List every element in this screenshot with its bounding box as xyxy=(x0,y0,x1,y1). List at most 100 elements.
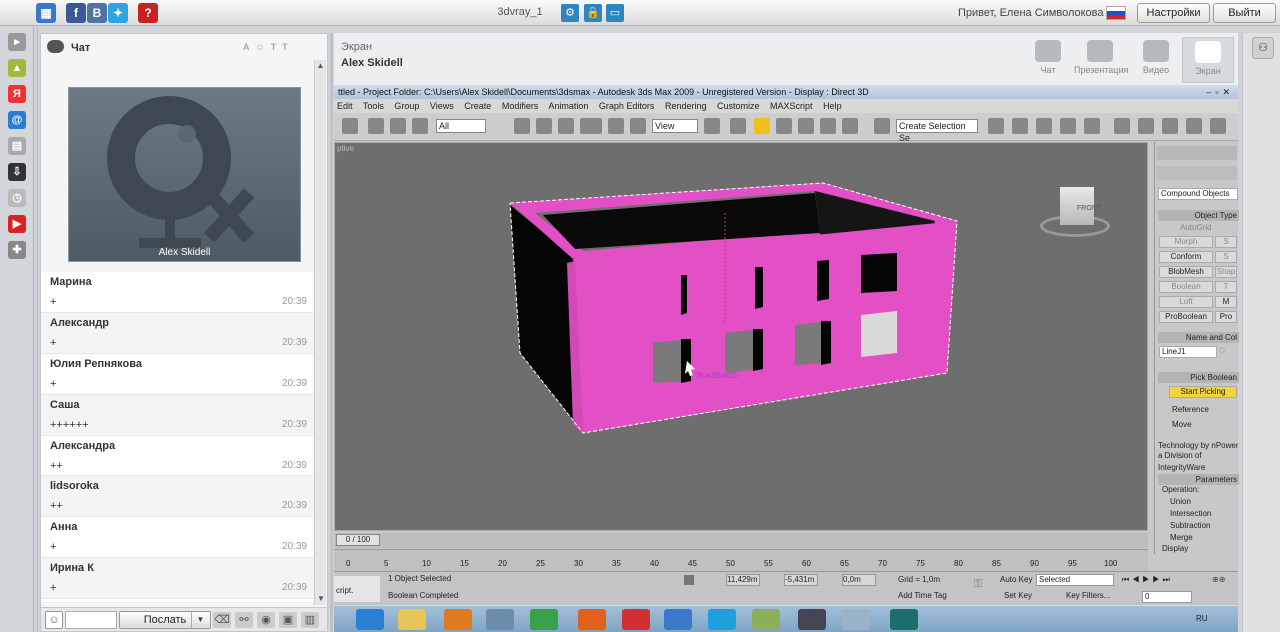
magnifier-icon[interactable]: ◌ xyxy=(1219,345,1233,359)
time-slider[interactable]: 0 / 100 xyxy=(334,533,1148,548)
menu-item[interactable]: MAXScript xyxy=(770,101,813,111)
layer-manager-icon[interactable] xyxy=(1036,118,1052,134)
percent-snap-icon[interactable] xyxy=(798,118,814,134)
facebook-icon[interactable]: f xyxy=(66,3,86,23)
menu-item[interactable]: Group xyxy=(394,101,419,111)
puzzle-icon[interactable]: ✚ xyxy=(8,241,26,259)
loft-button[interactable]: Loft xyxy=(1159,296,1213,308)
playback-controls[interactable]: ⏮◀▶▶⏭ xyxy=(1122,575,1202,585)
connect-button[interactable]: S xyxy=(1215,251,1237,263)
trash-icon[interactable]: ▥ xyxy=(301,612,319,628)
perspective-viewport[interactable]: ptive Box3Box01 FRONT xyxy=(334,142,1148,531)
smiley-icon[interactable]: ☺ xyxy=(45,611,63,629)
object-name-input[interactable]: LineJ1 xyxy=(1159,346,1217,358)
align-icon[interactable] xyxy=(1012,118,1028,134)
mode-video-button[interactable]: Видео xyxy=(1130,37,1182,83)
menu-item[interactable]: Tools xyxy=(363,101,384,111)
undo-icon[interactable] xyxy=(342,118,358,134)
terrain-button[interactable]: T xyxy=(1215,281,1237,293)
clock-icon[interactable]: ◷ xyxy=(8,189,26,207)
users-icon[interactable]: ⚇ xyxy=(1252,37,1274,59)
autogrid-checkbox[interactable]: AutoGrid xyxy=(1158,222,1239,234)
document-icon[interactable]: ▤ xyxy=(8,137,26,155)
font-size-controls[interactable]: A☺TT xyxy=(243,41,317,54)
category-dropdown[interactable]: Compound Objects xyxy=(1158,188,1238,200)
taskbar-app-icon[interactable] xyxy=(530,609,558,630)
taskbar-media-icon[interactable] xyxy=(444,609,472,630)
z-coordinate-field[interactable]: 0,0m xyxy=(842,574,876,586)
move-icon[interactable] xyxy=(586,118,602,134)
taskbar-3dsmax-icon[interactable] xyxy=(890,609,918,630)
graphite-icon[interactable] xyxy=(1060,118,1076,134)
menu-item[interactable]: Graph Editors xyxy=(599,101,655,111)
viewcube[interactable]: FRONT xyxy=(1040,181,1110,241)
mode-chat-button[interactable]: Чат xyxy=(1022,37,1074,83)
time-slider-thumb[interactable]: 0 / 100 xyxy=(336,534,380,546)
lock-icon[interactable]: 🔒 xyxy=(584,4,602,22)
render-setup-icon[interactable] xyxy=(1162,118,1178,134)
chat-scrollbar[interactable]: ▲ ▼ xyxy=(314,60,326,605)
curve-editor-icon[interactable] xyxy=(1084,118,1100,134)
warning-icon[interactable]: ▲ xyxy=(8,59,26,77)
menu-item[interactable]: Edit xyxy=(337,101,353,111)
key-icon[interactable]: ⚿ xyxy=(974,578,994,592)
taskbar-firefox-icon[interactable] xyxy=(578,609,606,630)
y-coordinate-field[interactable]: -5,431m xyxy=(784,574,818,586)
collapse-icon[interactable]: ▸ xyxy=(8,33,26,51)
taskbar-explorer-icon[interactable] xyxy=(398,609,426,630)
blobmesh-button[interactable]: BlobMesh xyxy=(1159,266,1213,278)
auto-key-button[interactable]: Auto Key xyxy=(1000,575,1032,584)
named-selection-sets-dropdown[interactable]: Create Selection Se xyxy=(896,119,978,143)
procutter-button[interactable]: Pro xyxy=(1215,311,1237,323)
scroll-down-arrow-icon[interactable]: ▼ xyxy=(315,593,327,605)
russian-flag-icon[interactable] xyxy=(1106,6,1126,20)
menu-item[interactable]: Create xyxy=(464,101,491,111)
scatter-button[interactable]: S xyxy=(1215,236,1237,248)
taskbar-yandex-icon[interactable] xyxy=(622,609,650,630)
move-radio[interactable]: Move xyxy=(1158,419,1239,431)
menu-item[interactable]: Rendering xyxy=(665,101,707,111)
material-editor-icon[interactable] xyxy=(1138,118,1154,134)
render-frame-icon[interactable] xyxy=(1186,118,1202,134)
menu-grid-icon[interactable]: ▦ xyxy=(36,3,56,23)
menu-item[interactable]: Views xyxy=(430,101,454,111)
set-key-button[interactable]: Set Key xyxy=(1004,591,1032,600)
x-coordinate-field[interactable]: 11,429m xyxy=(726,574,760,586)
angle-snap-icon[interactable] xyxy=(776,118,792,134)
taskbar-notes-icon[interactable] xyxy=(752,609,780,630)
max-window-controls[interactable]: –▫✕ xyxy=(1206,87,1234,98)
mail-icon[interactable]: @ xyxy=(8,111,26,129)
scale-icon[interactable] xyxy=(630,118,646,134)
pivot-icon[interactable] xyxy=(704,118,720,134)
twitter-icon[interactable]: ✦ xyxy=(108,3,128,23)
logout-button[interactable]: Выйти xyxy=(1213,3,1276,23)
gear-icon[interactable]: ⚙ xyxy=(561,4,579,22)
select-link-icon[interactable] xyxy=(368,118,384,134)
menu-item[interactable]: Help xyxy=(823,101,842,111)
vkontakte-icon[interactable]: B xyxy=(87,3,107,23)
taskbar-folder-icon[interactable] xyxy=(842,609,870,630)
selection-filter-dropdown[interactable]: All xyxy=(436,119,486,133)
mode-presentation-button[interactable]: Презентация xyxy=(1074,37,1128,83)
rotate-icon[interactable] xyxy=(608,118,624,134)
taskbar-skype-icon[interactable] xyxy=(708,609,736,630)
panel-splitter[interactable] xyxy=(330,33,333,632)
taskbar-archive-icon[interactable] xyxy=(486,609,514,630)
maxscript-listener[interactable]: cript. xyxy=(334,576,380,602)
download-icon[interactable]: ⇩ xyxy=(8,163,26,181)
named-selection-icon[interactable] xyxy=(874,118,890,134)
yandex-icon[interactable]: Я xyxy=(8,85,26,103)
unlink-icon[interactable] xyxy=(390,118,406,134)
mode-screen-button[interactable]: Экран xyxy=(1182,37,1234,83)
link-icon[interactable]: ⚯ xyxy=(235,612,253,628)
help-icon[interactable]: ? xyxy=(138,3,158,23)
create-category-icons[interactable] xyxy=(1157,166,1237,180)
reference-radio[interactable]: Reference xyxy=(1158,404,1239,416)
pick-boolean-header[interactable]: Pick Boolean xyxy=(1158,372,1239,383)
boolean-button[interactable]: Boolean xyxy=(1159,281,1213,293)
mesher-button[interactable]: M xyxy=(1215,296,1237,308)
shapemerge-button[interactable]: Shap xyxy=(1215,266,1237,278)
morph-button[interactable]: Morph xyxy=(1159,236,1213,248)
lock-selection-icon[interactable] xyxy=(684,575,694,585)
menu-item[interactable]: Customize xyxy=(717,101,760,111)
